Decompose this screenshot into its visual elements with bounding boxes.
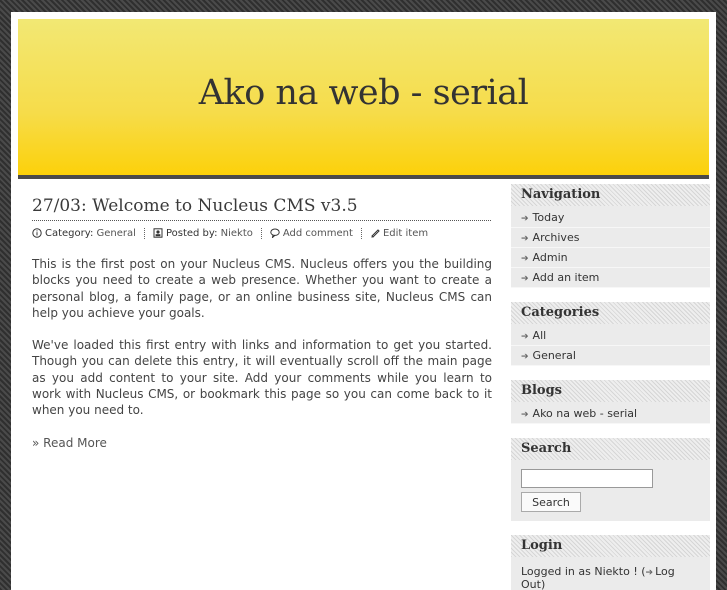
edit-item-link[interactable]: Edit item — [383, 228, 428, 239]
arrow-right-icon: ➔ — [645, 568, 654, 578]
arrow-right-icon: ➔ — [521, 410, 529, 420]
comment-icon — [270, 228, 280, 238]
add-comment-link[interactable]: Add comment — [283, 228, 353, 239]
post-title[interactable]: 27/03: Welcome to Nucleus CMS v3.5 — [32, 190, 491, 221]
arrow-right-icon: ➔ — [521, 234, 529, 244]
nav-item-admin[interactable]: ➔ Admin — [511, 248, 710, 268]
site-title[interactable]: Ako na web - serial — [18, 73, 709, 113]
author-link[interactable]: Niekto — [221, 228, 253, 239]
blog-item-label[interactable]: Ako na web - serial — [533, 407, 638, 420]
nav-item-archives[interactable]: ➔ Archives — [511, 228, 710, 248]
blogs-box: Blogs ➔ Ako na web - serial — [511, 380, 710, 424]
page: Ako na web - serial 27/03: Welcome to Nu… — [11, 12, 716, 590]
nav-item-add-item[interactable]: ➔ Add an item — [511, 268, 710, 288]
categories-title: Categories — [511, 302, 710, 324]
arrow-right-icon: ➔ — [521, 332, 529, 342]
main-content: 27/03: Welcome to Nucleus CMS v3.5 Categ… — [32, 190, 492, 451]
search-title: Search — [511, 438, 710, 460]
post-paragraph: We've loaded this first entry with links… — [32, 338, 492, 418]
search-button[interactable]: Search — [521, 492, 581, 512]
navigation-box: Navigation ➔ Today ➔ Archives ➔ Admin ➔ Add … — [511, 184, 710, 288]
sidebar: Navigation ➔ Today ➔ Archives ➔ Admin ➔ Add … — [511, 184, 710, 590]
category-meta: Category: General — [32, 227, 145, 239]
categories-box: Categories ➔ All ➔ General — [511, 302, 710, 366]
login-text-end: ) — [540, 578, 546, 590]
category-link[interactable]: General — [97, 228, 136, 239]
post-paragraph: This is the first post on your Nucleus C… — [32, 257, 492, 320]
user-icon — [153, 228, 163, 238]
nav-item-label[interactable]: Archives — [533, 231, 580, 244]
category-item-all[interactable]: ➔ All — [511, 326, 710, 346]
login-text: Logged in as Niekto ! ( — [521, 565, 646, 578]
posted-by-meta: Posted by: Niekto — [153, 227, 262, 239]
login-box: Login Logged in as Niekto ! (➔ Log Out) — [511, 535, 710, 590]
arrow-right-icon: ➔ — [521, 254, 529, 264]
nav-item-label[interactable]: Add an item — [533, 271, 600, 284]
header: Ako na web - serial — [18, 19, 709, 179]
blog-item[interactable]: ➔ Ako na web - serial — [511, 404, 710, 424]
nav-item-label[interactable]: Admin — [533, 251, 568, 264]
search-input[interactable] — [521, 469, 653, 488]
blogs-title: Blogs — [511, 380, 710, 402]
search-box: Search Search — [511, 438, 710, 521]
category-item-label[interactable]: All — [533, 329, 547, 342]
nav-item-today[interactable]: ➔ Today — [511, 208, 710, 228]
arrow-right-icon: ➔ — [521, 274, 529, 284]
navigation-title: Navigation — [511, 184, 710, 206]
edit-item-meta[interactable]: Edit item — [370, 228, 436, 239]
nav-item-label[interactable]: Today — [533, 211, 565, 224]
info-icon — [32, 228, 42, 238]
posted-label: Posted by: — [165, 227, 218, 239]
login-status: Logged in as Niekto ! (➔ Log Out) — [511, 557, 710, 590]
arrow-right-icon: ➔ — [521, 352, 529, 362]
arrow-right-icon: ➔ — [521, 214, 529, 224]
search-form: Search — [511, 460, 710, 521]
read-more-link[interactable]: » Read More — [32, 435, 492, 451]
category-item-label[interactable]: General — [533, 349, 576, 362]
category-label: Category: — [45, 227, 94, 239]
category-item-general[interactable]: ➔ General — [511, 346, 710, 366]
add-comment-meta[interactable]: Add comment — [270, 227, 362, 239]
post-meta: Category: General Posted by: Niekto Add … — [32, 226, 492, 240]
pencil-icon — [371, 229, 380, 238]
post-body: This is the first post on your Nucleus C… — [32, 256, 492, 451]
login-title: Login — [511, 535, 710, 557]
